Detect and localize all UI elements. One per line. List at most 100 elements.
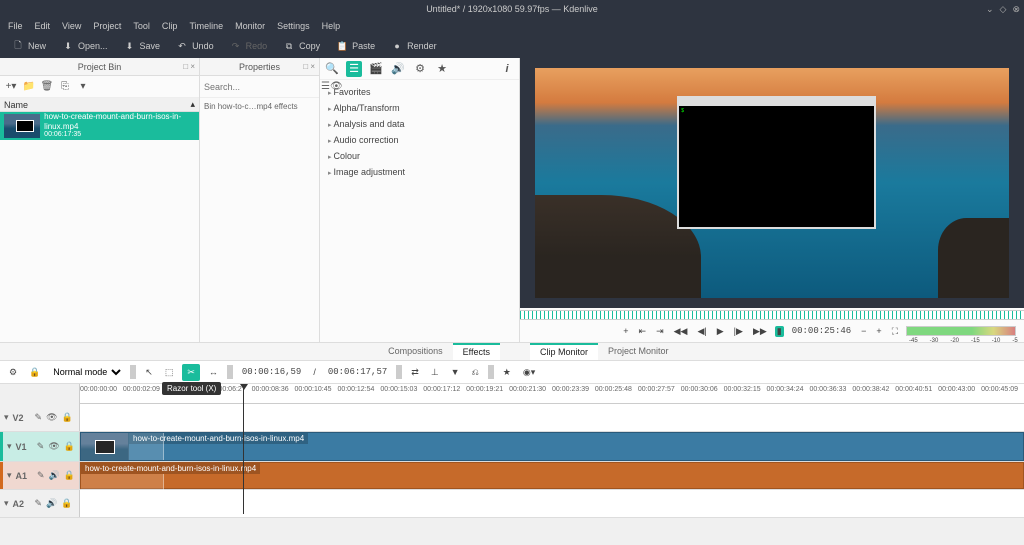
maximize-icon[interactable]: ◇ [1000,4,1007,15]
timeline-position[interactable]: 00:00:16,59 [239,367,304,377]
effect-category[interactable]: Audio correction [320,132,519,148]
zone-in-icon[interactable]: ⇤ [637,326,649,337]
audio-icon[interactable]: 🔊 [390,61,406,77]
track-header-a1[interactable]: ▾ A1 ✎ 🔊 🔒 [0,462,80,489]
undo-button[interactable]: ↶Undo [170,38,220,54]
track-header-v1[interactable]: ▾ V1 ✎ 👁 🔒 [0,432,80,461]
insert-icon[interactable]: ⊥ [428,367,442,378]
track-header-a2[interactable]: ▾ A2 ✎ 🔊 🔒 [0,490,80,517]
zone-out-icon[interactable]: ⇥ [654,326,666,337]
redo-button[interactable]: ↷Redo [224,38,274,54]
audio-clip[interactable]: how-to-create-mount-and-burn-isos-in-lin… [80,462,1024,489]
tab-effects[interactable]: Effects [453,343,500,360]
video-icon[interactable]: 🎬 [368,61,384,77]
collapse-icon[interactable]: ▾ [7,441,12,452]
monitor-ruler[interactable] [520,310,1024,320]
menu-project[interactable]: Project [93,21,121,31]
mute-icon[interactable]: ✎ [37,441,45,452]
search-icon[interactable]: 🔍 [324,61,340,77]
menu-settings[interactable]: Settings [277,21,310,31]
options-icon[interactable]: ▾ [76,80,90,94]
favorite-icon[interactable]: ★ [434,61,450,77]
select-tool-icon[interactable]: ⬚ [162,367,177,378]
overwrite-icon[interactable]: ⇄ [408,367,422,378]
menu-edit[interactable]: Edit [35,21,51,31]
collapse-icon[interactable]: ▾ [7,470,12,481]
menu-file[interactable]: File [8,21,23,31]
next-frame-icon[interactable]: |▶ [732,326,745,337]
mute-icon[interactable]: ✎ [35,498,43,509]
track-header-v2[interactable]: ▾ V2 ✎ 👁 🔒 [0,404,80,431]
audio-icon[interactable]: 🔊 [49,470,60,481]
list-icon[interactable]: ☰ [346,61,362,77]
monitor-viewport[interactable]: $ [520,58,1024,308]
track-content-v1[interactable]: how-to-create-mount-and-burn-isos-in-lin… [80,432,1024,461]
minimize-icon[interactable]: ⌄ [986,4,994,15]
menu-monitor[interactable]: Monitor [235,21,265,31]
effect-category[interactable]: Alpha/Transform [320,100,519,116]
tab-project-monitor[interactable]: Project Monitor [598,343,679,360]
menu-help[interactable]: Help [322,21,341,31]
open-button[interactable]: ⬇Open... [56,38,114,54]
zoom-in-icon[interactable]: + [874,326,883,336]
effect-category[interactable]: Colour [320,148,519,164]
mute-icon[interactable]: ✎ [35,412,43,423]
panel-menu-icon[interactable]: □ × [303,62,315,71]
favorite-icon[interactable]: ★ [500,367,514,378]
custom-icon[interactable]: ⚙ [412,61,428,77]
effect-category[interactable]: Favorites [320,84,519,100]
lock-icon[interactable]: 🔒 [64,470,75,481]
edit-mode-select[interactable]: Normal mode [49,366,124,378]
spacer-tool-icon[interactable]: ↔ [206,367,221,377]
collapse-icon[interactable]: ▾ [4,498,9,509]
forward-icon[interactable]: ▶▶ [751,326,769,337]
close-icon[interactable]: ⊗ [1012,4,1020,15]
play-icon[interactable]: ▶ [715,326,726,337]
track-content-v2[interactable] [80,404,1024,431]
zoom-out-icon[interactable]: − [859,326,868,336]
rewind-icon[interactable]: ◀◀ [672,326,690,337]
menu-view[interactable]: View [62,21,81,31]
hide-icon[interactable]: 👁 [48,441,59,452]
monitor-timecode[interactable]: 00:00:25:46 [790,326,853,336]
tab-clip-monitor[interactable]: Clip Monitor [530,343,598,360]
add-marker-icon[interactable]: + [621,326,630,336]
hide-icon[interactable]: 👁 [46,412,57,423]
panel-menu-icon[interactable]: □ × [183,62,195,71]
razor-tool-icon[interactable]: ✂ [182,364,200,381]
menu-tool[interactable]: Tool [133,21,150,31]
lock-icon[interactable]: 🔒 [61,498,72,509]
tab-compositions[interactable]: Compositions [378,343,453,360]
audio-icon[interactable]: 🔊 [46,498,57,509]
tag-icon[interactable]: ⎘ [58,80,72,94]
render-button[interactable]: ●Render [385,38,443,54]
menu-timeline[interactable]: Timeline [189,21,223,31]
playhead[interactable] [243,384,244,514]
marker-icon[interactable]: ▼ [448,367,463,377]
effect-category[interactable]: Analysis and data [320,116,519,132]
preview-render-icon[interactable]: ◉▾ [520,367,538,378]
clip-item[interactable]: how-to-create-mount-and-burn-isos-in-lin… [0,112,199,140]
copy-button[interactable]: ⧉Copy [277,38,326,54]
name-column-header[interactable]: Name ▴ [0,98,199,112]
paste-button[interactable]: 📋Paste [330,38,381,54]
search-input[interactable] [204,82,321,92]
track-content-a2[interactable] [80,490,1024,517]
mute-icon[interactable]: ✎ [37,470,45,481]
video-clip[interactable]: how-to-create-mount-and-burn-isos-in-lin… [80,432,1024,461]
effect-category[interactable]: Image adjustment [320,164,519,180]
add-icon[interactable]: +▾ [4,80,18,94]
folder-icon[interactable]: 📁 [22,80,36,94]
lock-icon[interactable]: 🔒 [62,412,73,423]
pointer-tool-icon[interactable]: ↖ [142,367,156,378]
snap-icon[interactable]: ⎌ [469,367,482,378]
fullscreen-icon[interactable]: ⛶ [890,326,900,337]
menu-clip[interactable]: Clip [162,21,178,31]
new-button[interactable]: 🗋New [6,38,52,54]
settings-icon[interactable]: ⚙ [6,367,20,378]
delete-icon[interactable]: 🗑 [40,80,54,94]
save-button[interactable]: ⬇Save [118,38,167,54]
lock-icon[interactable]: 🔒 [64,441,75,452]
info-icon[interactable]: i [499,61,515,77]
zone-icon[interactable]: ▮ [775,326,784,337]
